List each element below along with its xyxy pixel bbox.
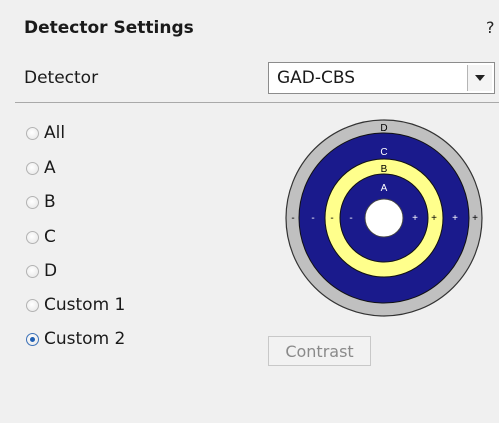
- radio-label: Custom 1: [44, 295, 126, 315]
- radio-label: A: [44, 158, 56, 178]
- label-a: A: [381, 183, 388, 194]
- radio-label: Custom 2: [44, 329, 126, 349]
- center-hole: [364, 198, 404, 238]
- sign-plus-b: +: [431, 213, 437, 224]
- radio-label: D: [44, 261, 58, 281]
- radio-a[interactable]: A: [26, 156, 56, 180]
- help-icon[interactable]: ?: [486, 18, 495, 37]
- radio-circle-checked[interactable]: [26, 332, 39, 346]
- radio-label: B: [44, 192, 56, 212]
- sign-minus-b: -: [330, 213, 333, 224]
- label-c: C: [380, 147, 387, 158]
- detector-select[interactable]: GAD-CBS: [268, 62, 495, 94]
- sign-minus-c: -: [311, 213, 314, 224]
- detector-diagram[interactable]: D C B A - - - - + + + +: [284, 118, 484, 318]
- contrast-button[interactable]: Contrast: [268, 336, 371, 366]
- radio-circle[interactable]: [26, 126, 39, 140]
- radio-circle[interactable]: [26, 161, 39, 175]
- radio-circle[interactable]: [26, 264, 39, 278]
- label-d: D: [380, 123, 387, 134]
- radio-circle[interactable]: [26, 298, 39, 312]
- dropdown-button[interactable]: [467, 65, 492, 91]
- detector-select-value: GAD-CBS: [277, 68, 356, 88]
- label-b: B: [381, 164, 388, 175]
- radio-custom-1[interactable]: Custom 1: [26, 293, 125, 317]
- sign-minus-a: -: [349, 213, 352, 224]
- radio-label: All: [44, 123, 66, 143]
- detector-label: Detector: [24, 68, 99, 88]
- radio-d[interactable]: D: [26, 259, 57, 283]
- radio-all[interactable]: All: [26, 121, 65, 145]
- radio-circle[interactable]: [26, 195, 39, 209]
- sign-plus-a: +: [412, 213, 418, 224]
- radio-c[interactable]: C: [26, 225, 56, 249]
- sign-plus-d: +: [472, 213, 478, 224]
- sign-minus-d: -: [291, 213, 294, 224]
- radio-label: C: [44, 227, 56, 247]
- sign-plus-c: +: [452, 213, 458, 224]
- panel-title: Detector Settings: [24, 18, 194, 38]
- radio-b[interactable]: B: [26, 190, 56, 214]
- chevron-down-icon: [475, 75, 485, 81]
- separator: [15, 102, 499, 103]
- radio-custom-2[interactable]: Custom 2: [26, 327, 125, 351]
- radio-circle[interactable]: [26, 230, 39, 244]
